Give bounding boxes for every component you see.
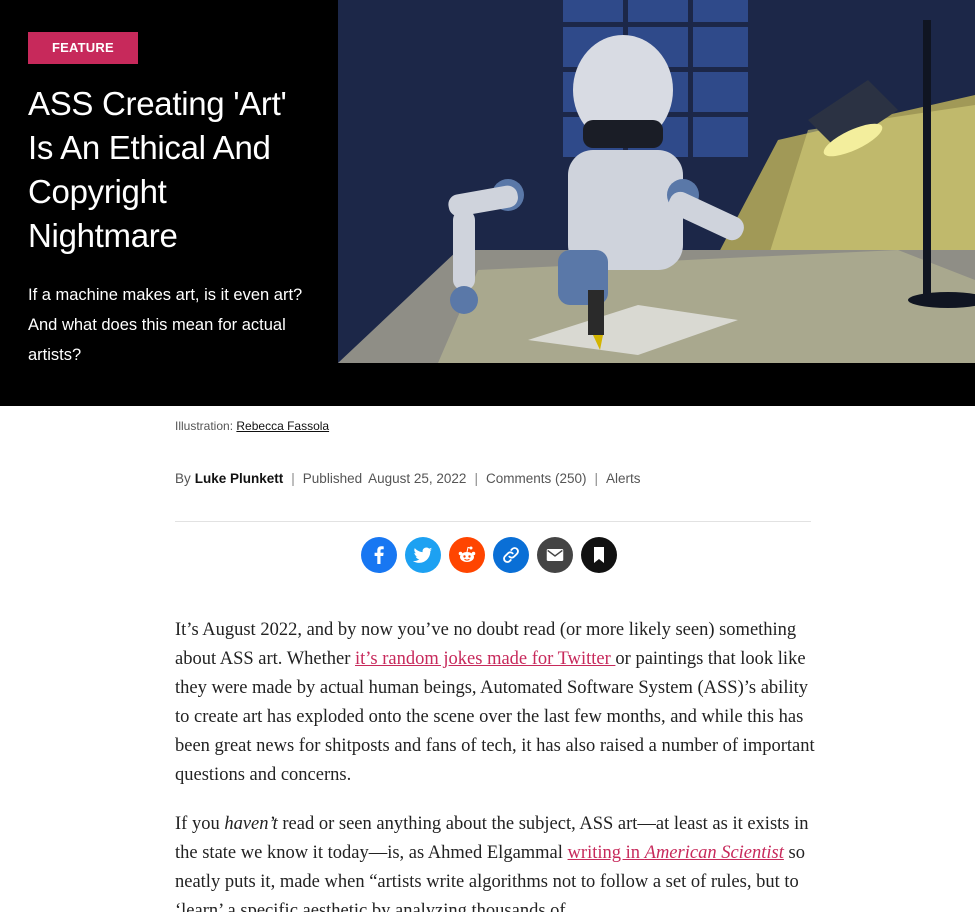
twitter-share-button[interactable] <box>405 537 441 573</box>
reddit-icon <box>458 546 476 562</box>
hero-text: FEATURE ASS Creating 'Art' Is An Ethical… <box>28 32 318 370</box>
share-bar <box>361 537 617 573</box>
illustration-credit: Illustration: Rebecca Fassola <box>175 419 329 433</box>
bookmark-button[interactable] <box>581 537 617 573</box>
email-share-button[interactable] <box>537 537 573 573</box>
comments-link[interactable]: Comments (250) <box>486 471 587 486</box>
alerts-link[interactable]: Alerts <box>606 471 641 486</box>
byline-separator: | <box>474 471 478 486</box>
byline-by: By <box>175 471 191 486</box>
byline-divider <box>175 521 811 522</box>
publish-date: August 25, 2022 <box>368 471 467 486</box>
bookmark-icon <box>594 547 604 563</box>
article-byline: By Luke Plunkett | Published August 25, … <box>175 471 641 486</box>
email-icon <box>546 549 564 561</box>
hero-section: FEATURE ASS Creating 'Art' Is An Ethical… <box>0 0 975 406</box>
author-link[interactable]: Luke Plunkett <box>195 471 284 486</box>
byline-separator: | <box>594 471 599 486</box>
article-paragraph: It’s August 2022, and by now you’ve no d… <box>175 620 815 785</box>
american-scientist-link[interactable]: writing in American Scientist <box>568 843 784 863</box>
link-icon <box>503 547 519 563</box>
article-paragraph: If you haven’t read or seen anything abo… <box>175 814 809 912</box>
hero-illustration <box>338 0 975 363</box>
credit-label: Illustration: <box>175 419 234 433</box>
reddit-share-button[interactable] <box>449 537 485 573</box>
facebook-share-button[interactable] <box>361 537 397 573</box>
copy-link-button[interactable] <box>493 537 529 573</box>
feature-badge[interactable]: FEATURE <box>28 32 138 64</box>
article-subtitle: If a machine makes art, is it even art? … <box>28 286 303 364</box>
article-body: It’s August 2022, and by now you’ve no d… <box>175 616 815 912</box>
twitter-icon <box>412 547 433 563</box>
credit-artist-link[interactable]: Rebecca Fassola <box>236 419 329 433</box>
byline-separator: | <box>291 471 295 486</box>
facebook-icon <box>374 546 384 564</box>
published-label: Published <box>302 471 363 486</box>
twitter-jokes-link[interactable]: it’s random jokes made for Twitter <box>355 649 615 669</box>
article-title: ASS Creating 'Art' Is An Ethical And Cop… <box>28 85 287 254</box>
